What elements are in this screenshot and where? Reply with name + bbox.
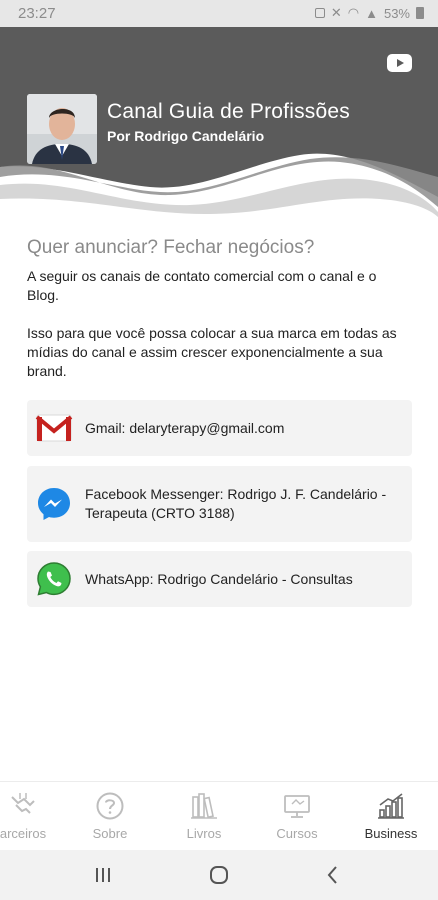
bottom-nav: arceiros Sobre Livros Cursos Business — [0, 781, 438, 850]
wifi-icon: ◠ — [347, 5, 360, 20]
nav-label: Business — [364, 826, 418, 841]
avatar — [27, 94, 97, 164]
whatsapp-icon — [37, 562, 71, 596]
signal-icon: ▲ — [365, 5, 378, 21]
channel-header: Canal Guia de Profissões Por Rodrigo Can… — [0, 27, 438, 217]
status-bar: 23:27 ✕ ◠ ▲ 53% — [0, 0, 438, 27]
alarm-icon — [314, 8, 325, 18]
business-content: Quer anunciar? Fechar negócios? A seguir… — [27, 237, 412, 381]
channel-title: Canal Guia de Profissões — [107, 100, 350, 123]
recent-apps-icon[interactable] — [90, 862, 116, 888]
contact-card-whatsapp[interactable]: WhatsApp: Rodrigo Candelário - Consultas — [27, 551, 412, 607]
intro-paragraph: A seguir os canais de contato comercial … — [27, 268, 377, 303]
question-icon — [96, 792, 124, 820]
contact-card-messenger[interactable]: Facebook Messenger: Rodrigo J. F. Candel… — [27, 466, 412, 542]
nav-item-sobre[interactable]: Sobre — [65, 782, 155, 851]
contact-label: Gmail: delaryterapy@gmail.com — [85, 420, 285, 436]
business-heading: Quer anunciar? Fechar negócios? — [27, 237, 315, 258]
home-icon[interactable] — [206, 862, 232, 888]
messenger-icon — [38, 488, 70, 520]
monitor-icon — [284, 795, 310, 818]
nav-item-livros[interactable]: Livros — [159, 782, 249, 851]
business-screen: 23:27 ✕ ◠ ▲ 53% Canal Guia de Profissões… — [0, 0, 438, 900]
status-time: 23:27 — [18, 5, 56, 22]
contact-label: Facebook Messenger: Rodrigo J. F. Candel… — [85, 486, 387, 521]
mute-icon: ✕ — [330, 5, 342, 20]
brand-paragraph: Isso para que você possa colocar a sua m… — [27, 325, 397, 379]
status-icons: ✕ ◠ ▲ 53% — [314, 5, 424, 21]
channel-subtitle: Por Rodrigo Candelário — [107, 128, 265, 144]
nav-label: arceiros — [0, 826, 47, 841]
contact-card-gmail[interactable]: Gmail: delaryterapy@gmail.com — [27, 400, 412, 456]
contact-label: WhatsApp: Rodrigo Candelário - Consultas — [85, 571, 353, 587]
nav-label: Cursos — [276, 826, 318, 841]
system-nav-bar — [0, 850, 438, 900]
back-icon[interactable] — [320, 862, 346, 888]
nav-item-parceiros[interactable]: arceiros — [0, 782, 68, 851]
gmail-icon — [35, 414, 73, 442]
nav-label: Livros — [186, 826, 222, 841]
handshake-icon — [11, 793, 35, 814]
books-icon — [191, 793, 217, 819]
battery-percent: 53% — [383, 5, 410, 21]
youtube-icon[interactable] — [387, 54, 412, 72]
bar-chart-icon — [378, 793, 404, 819]
nav-label: Sobre — [92, 826, 128, 841]
battery-icon — [416, 7, 424, 19]
nav-item-business[interactable]: Business — [346, 782, 436, 851]
nav-item-cursos[interactable]: Cursos — [252, 782, 342, 851]
